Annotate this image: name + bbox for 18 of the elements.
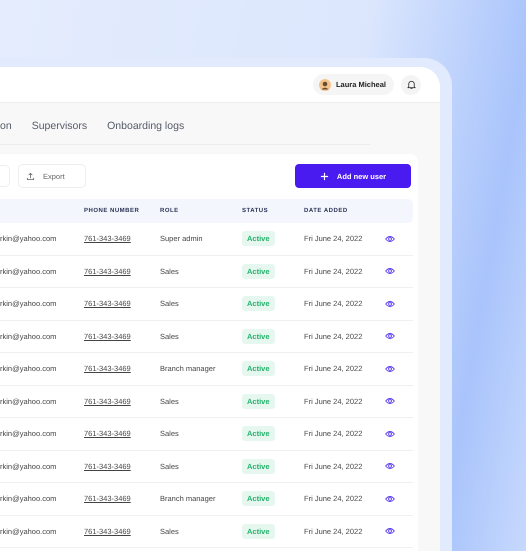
- view-icon[interactable]: [385, 462, 395, 470]
- tab[interactable]: Onboarding logs: [107, 120, 184, 132]
- view-icon[interactable]: [385, 332, 395, 340]
- view-icon[interactable]: [385, 494, 395, 503]
- notification-button[interactable]: [401, 74, 421, 94]
- view-icon[interactable]: [385, 300, 395, 308]
- view-icon[interactable]: [385, 364, 395, 373]
- avatar-icon: [318, 78, 331, 90]
- view-icon[interactable]: [385, 430, 395, 438]
- upload-icon: [26, 172, 35, 180]
- view-icon[interactable]: [385, 397, 395, 406]
- tab[interactable]: Supervisors: [32, 120, 88, 132]
- view-icon[interactable]: [385, 234, 395, 243]
- view-icon[interactable]: [385, 527, 395, 536]
- plus-icon: [320, 172, 329, 180]
- tab[interactable]: on: [0, 120, 12, 132]
- view-icon[interactable]: [385, 267, 395, 276]
- bell-icon: [406, 79, 416, 90]
